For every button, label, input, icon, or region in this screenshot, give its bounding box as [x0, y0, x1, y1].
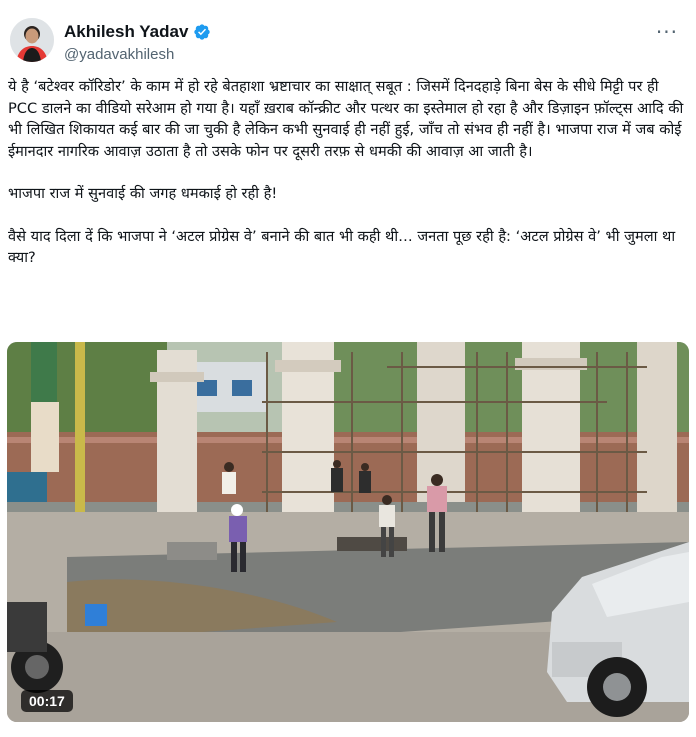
author-name-text: Akhilesh Yadav — [64, 22, 189, 41]
video-duration: 00:17 — [21, 690, 73, 712]
tweet-paragraph-3: वैसे याद दिला दें कि भाजपा ने ‘अटल प्रोग… — [8, 227, 676, 267]
tweet-header: Akhilesh Yadav @yadavakhilesh ··· — [0, 0, 696, 70]
author-handle[interactable]: @yadavakhilesh — [64, 46, 174, 63]
avatar[interactable] — [10, 18, 54, 62]
video-thumbnail — [7, 342, 689, 722]
verified-badge-icon — [194, 24, 211, 40]
tweet-paragraph-1: ये है ‘बटेश्वर कॉरिडोर’ के काम में हो रह… — [8, 78, 684, 160]
author-name[interactable]: Akhilesh Yadav — [64, 22, 211, 42]
video-player[interactable]: 00:17 — [7, 342, 689, 722]
tweet-paragraph-2: भाजपा राज में सुनवाई की जगह धमकाई हो रही… — [8, 185, 278, 202]
avatar-image — [10, 18, 54, 62]
more-options-icon[interactable]: ··· — [656, 20, 678, 44]
tweet-text: ये है ‘बटेश्वर कॉरिडोर’ के काम में हो रह… — [8, 76, 688, 269]
